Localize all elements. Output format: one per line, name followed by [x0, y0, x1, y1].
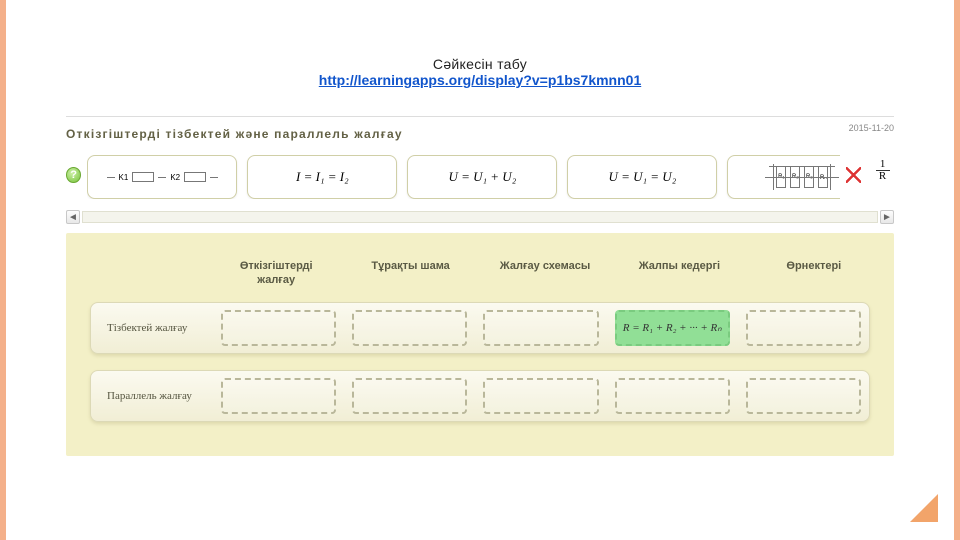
scroll-track[interactable] [82, 211, 878, 223]
parallel-rn: Rₙ [818, 166, 828, 188]
option-voltage-equal[interactable]: U = U₁ = U₂ [567, 155, 717, 199]
work-surface: Өткізгіштерді жалғау Тұрақты шама Жалғау… [66, 233, 894, 456]
option-voltage-sum[interactable]: U = U₁ + U₂ [407, 155, 557, 199]
option-current-equal[interactable]: I = I₁ = I₂ [247, 155, 397, 199]
drop-cell[interactable] [221, 310, 336, 346]
formula-text: I = I₁ = I₂ [296, 169, 349, 185]
column-header-2: Тұрақты шама [354, 259, 466, 288]
drop-cell[interactable] [746, 378, 861, 414]
drop-cell[interactable] [221, 378, 336, 414]
drop-cell[interactable] [615, 378, 730, 414]
drop-cell[interactable] [352, 310, 467, 346]
option-strip: K1 K2 I = I₁ = I₂ U = U₁ + U₂ U = U₁ = U… [87, 155, 840, 199]
formula-text: U = U₁ = U₂ [608, 169, 676, 185]
option-parallel-circuit[interactable]: R₁ R₂ R₃ Rₙ [727, 155, 840, 199]
table-row: Тізбектей жалғау R = R₁ + R₂ + ··· + Rₙ [90, 302, 870, 354]
parallel-r2: R₂ [790, 166, 800, 188]
column-header-3: Жалғау схемасы [489, 259, 601, 288]
scroll-right-icon[interactable]: ► [880, 210, 894, 224]
help-icon[interactable]: ? [66, 167, 81, 183]
option-series-circuit[interactable]: K1 K2 [87, 155, 237, 199]
series-label-k2: K2 [170, 173, 180, 182]
column-header-5: Өрнектері [758, 259, 870, 288]
horizontal-scrollbar[interactable]: ◄ ► [66, 209, 894, 225]
drop-cell[interactable] [483, 310, 598, 346]
filled-formula: R = R₁ + R₂ + ··· + Rₙ [623, 321, 722, 334]
series-label-k1: K1 [119, 173, 129, 182]
fraction-partial-icon: 1 R [871, 159, 894, 191]
app-title: Откізгіштерді тізбектей және параллель ж… [66, 123, 894, 147]
scroll-left-icon[interactable]: ◄ [66, 210, 80, 224]
parallel-r3: R₃ [804, 166, 814, 188]
parallel-r1: R₁ [776, 166, 786, 188]
column-header-4: Жалпы кедергі [623, 259, 735, 288]
page-corner-icon [904, 488, 938, 522]
row-label-parallel: Параллель жалғау [107, 390, 221, 402]
drop-cell[interactable] [483, 378, 598, 414]
column-header-1: Өткізгіштерді жалғау [220, 259, 332, 288]
formula-text: U = U₁ + U₂ [448, 169, 516, 185]
table-row: Параллель жалғау [90, 370, 870, 422]
drop-cell[interactable] [352, 378, 467, 414]
drop-cell[interactable] [746, 310, 861, 346]
drop-cell-filled[interactable]: R = R₁ + R₂ + ··· + Rₙ [615, 310, 730, 346]
fullscreen-icon[interactable] [846, 167, 861, 183]
row-label-series: Тізбектей жалғау [107, 322, 221, 334]
date-stamp: 2015-11-20 [849, 123, 894, 133]
